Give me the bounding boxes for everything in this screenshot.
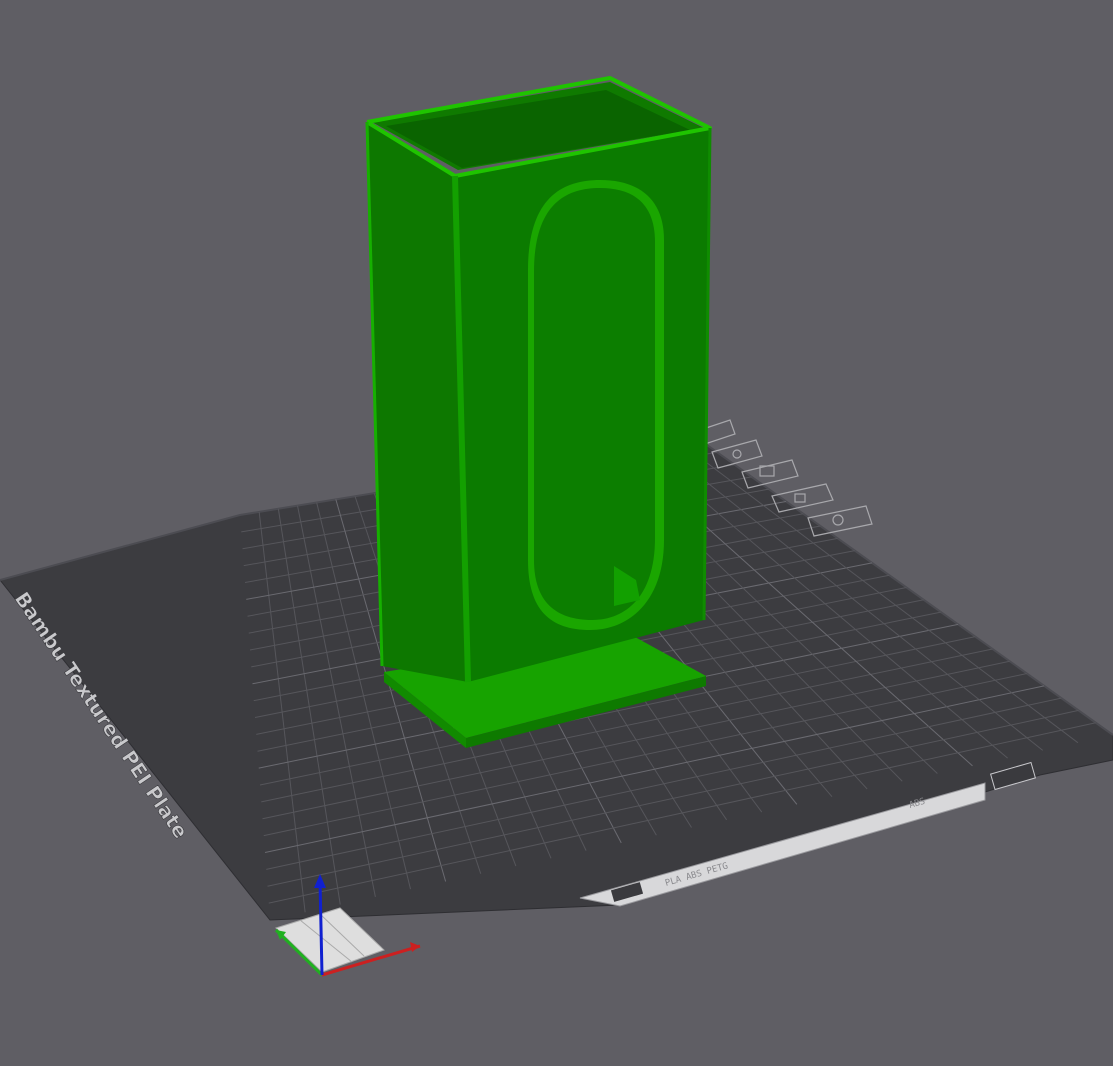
3d-viewport[interactable]: Bambu Textured PEI Plate PLA ABS PETG AB… [0, 0, 1113, 1066]
scene-canvas[interactable]: Bambu Textured PEI Plate PLA ABS PETG AB… [0, 0, 1113, 1066]
z-axis [318, 879, 324, 976]
model-slot-inner [534, 188, 655, 620]
